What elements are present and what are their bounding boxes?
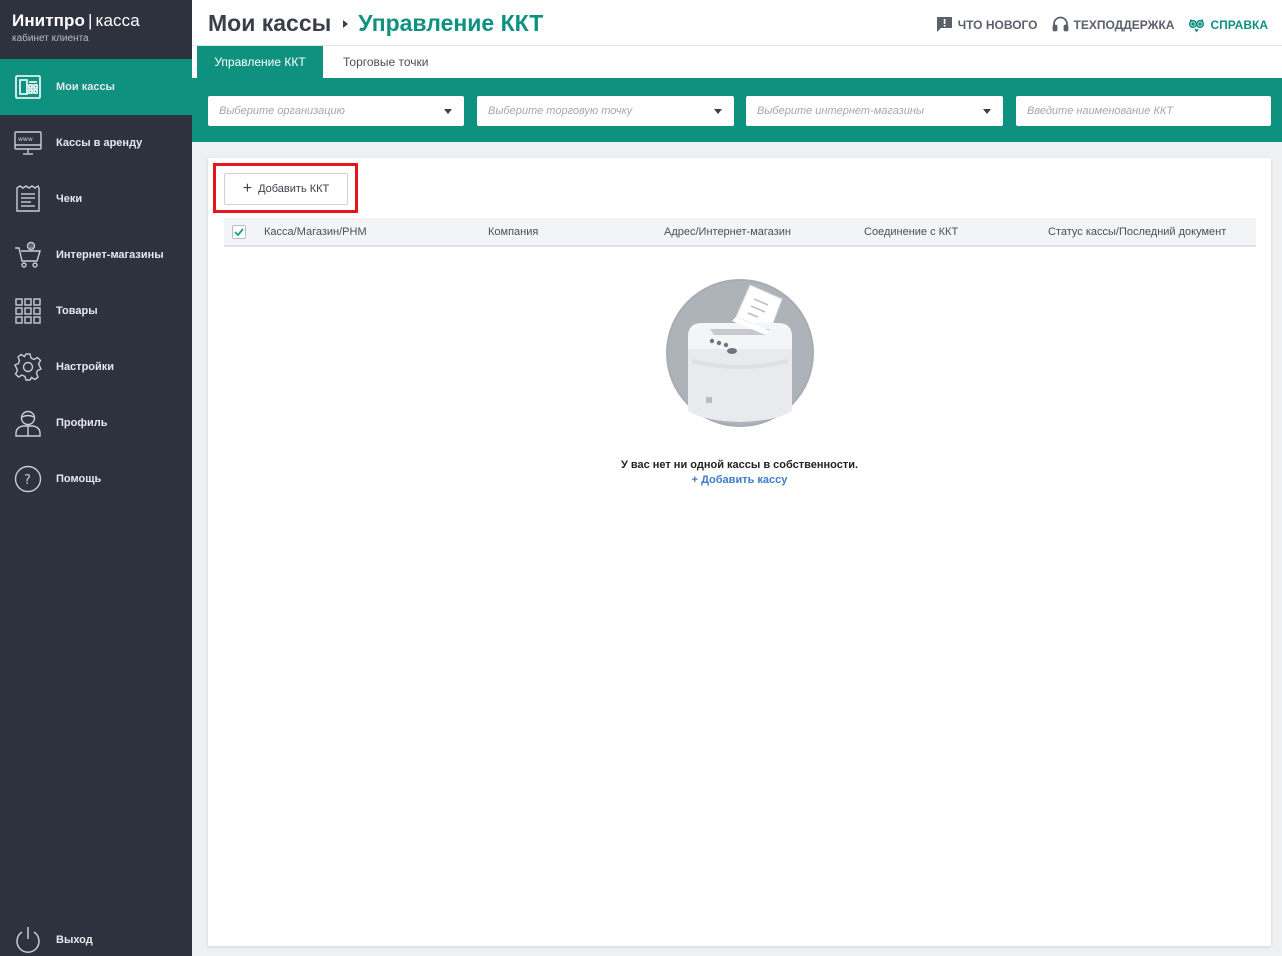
sidebar-item-label: Товары (56, 305, 98, 317)
breadcrumb-arrow-icon (343, 19, 349, 28)
tab-bar: Управление ККТ Торговые точки (192, 46, 1282, 78)
sidebar-item-profile[interactable]: Профиль (0, 395, 192, 451)
column-header-connection[interactable]: Соединение с ККТ (864, 226, 958, 238)
add-kkt-button[interactable]: + Добавить ККТ (224, 173, 348, 205)
grid-icon (0, 296, 56, 326)
outlet-placeholder: Выберите торговую точку (488, 105, 633, 117)
sidebar-item-settings[interactable]: Настройки (0, 339, 192, 395)
shopping-cart-icon: @ (0, 240, 56, 270)
content-panel: + Добавить ККТ Касса/Магазин/РНМ Компани… (208, 158, 1271, 946)
chat-alert-icon (936, 17, 952, 32)
svg-text:www: www (18, 136, 33, 143)
help-icon: ? (0, 464, 56, 494)
sidebar-item-webshops[interactable]: @ Интернет-магазины (0, 227, 192, 283)
svg-text:@: @ (29, 244, 34, 250)
column-header-address[interactable]: Адрес/Интернет-магазин (664, 226, 791, 238)
svg-text:?: ? (24, 473, 31, 488)
www-monitor-icon: www (0, 128, 56, 158)
help-label: СПРАВКА (1210, 17, 1268, 32)
table-header: Касса/Магазин/РНМ Компания Адрес/Интерне… (224, 218, 1256, 247)
sidebar-item-goods[interactable]: Товары (0, 283, 192, 339)
organization-placeholder: Выберите организацию (219, 105, 345, 117)
owl-icon (1189, 19, 1205, 33)
brand-logo[interactable]: Инитпро | касса кабинет клиента (0, 0, 192, 58)
add-kkt-label: Добавить ККТ (258, 183, 330, 195)
organization-select[interactable]: Выберите организацию (208, 96, 464, 126)
check-icon (234, 228, 244, 237)
help-link[interactable]: СПРАВКА (1188, 16, 1268, 33)
chevron-down-icon (983, 109, 991, 114)
sidebar-item-help[interactable]: ? Помощь (0, 451, 192, 507)
breadcrumb: Мои кассы Управление ККТ (208, 10, 543, 37)
top-bar: Мои кассы Управление ККТ ЧТО НОВОГО ТЕХП… (192, 0, 1282, 46)
column-header-company[interactable]: Компания (488, 226, 538, 238)
brand-separator: | (88, 11, 93, 30)
tab-kkt-management[interactable]: Управление ККТ (197, 46, 323, 78)
whats-new-label: ЧТО НОВОГО (957, 17, 1038, 32)
user-icon (0, 408, 56, 438)
sidebar-item-label: Интернет-магазины (56, 249, 164, 261)
chevron-down-icon (714, 109, 722, 114)
receipt-icon (0, 184, 56, 214)
sidebar-item-label: Чеки (56, 193, 83, 205)
chevron-down-icon (444, 109, 452, 114)
add-register-link[interactable]: + Добавить кассу (208, 474, 1271, 486)
logout-button[interactable]: Выход (0, 912, 192, 956)
support-label: ТЕХПОДДЕРЖКА (1073, 17, 1175, 32)
sidebar-item-label: Профиль (56, 417, 108, 429)
filter-bar: Выберите организацию Выберите торговую т… (192, 78, 1282, 142)
sidebar-item-label: Кассы в аренду (56, 137, 143, 149)
header-links: ЧТО НОВОГО ТЕХПОДДЕРЖКА СПРАВКА (936, 16, 1268, 33)
column-header-status[interactable]: Статус кассы/Последний документ (1048, 226, 1226, 238)
whats-new-link[interactable]: ЧТО НОВОГО (936, 16, 1038, 33)
sidebar-item-label: Мои кассы (56, 81, 115, 93)
sidebar-item-label: Настройки (56, 361, 115, 373)
select-all-checkbox[interactable] (232, 225, 246, 239)
cash-register-illustration (666, 279, 814, 427)
brand-product: касса (95, 11, 140, 30)
support-link[interactable]: ТЕХПОДДЕРЖКА (1052, 16, 1175, 33)
headset-icon (1052, 16, 1068, 32)
sidebar-item-rental-registers[interactable]: www Кассы в аренду (0, 115, 192, 171)
column-header-register[interactable]: Касса/Магазин/РНМ (264, 226, 367, 238)
sidebar-item-receipts[interactable]: Чеки (0, 171, 192, 227)
webshop-placeholder: Выберите интернет-магазины (757, 105, 924, 117)
brand-subtitle: кабинет клиента (12, 33, 89, 44)
sidebar: Инитпро | касса кабинет клиента Мои кассы … (0, 0, 192, 956)
register-icon (0, 72, 56, 102)
tab-outlets[interactable]: Торговые точки (343, 46, 429, 78)
webshop-select[interactable]: Выберите интернет-магазины (746, 96, 1003, 126)
outlet-select[interactable]: Выберите торговую точку (477, 96, 734, 126)
kkt-name-input[interactable]: Введите наименование ККТ (1016, 96, 1271, 126)
gear-icon (0, 352, 56, 382)
logout-label: Выход (56, 934, 93, 946)
power-icon (0, 925, 56, 955)
empty-state-message: У вас нет ни одной кассы в собственности… (620, 459, 859, 471)
page-title: Управление ККТ (358, 10, 544, 36)
kkt-name-placeholder: Введите наименование ККТ (1027, 105, 1174, 117)
plus-icon: + (242, 180, 253, 197)
brand-name: Инитпро (12, 11, 85, 30)
breadcrumb-root[interactable]: Мои кассы (208, 10, 331, 37)
sidebar-item-my-registers[interactable]: Мои кассы (0, 59, 192, 115)
sidebar-item-label: Помощь (56, 473, 102, 485)
